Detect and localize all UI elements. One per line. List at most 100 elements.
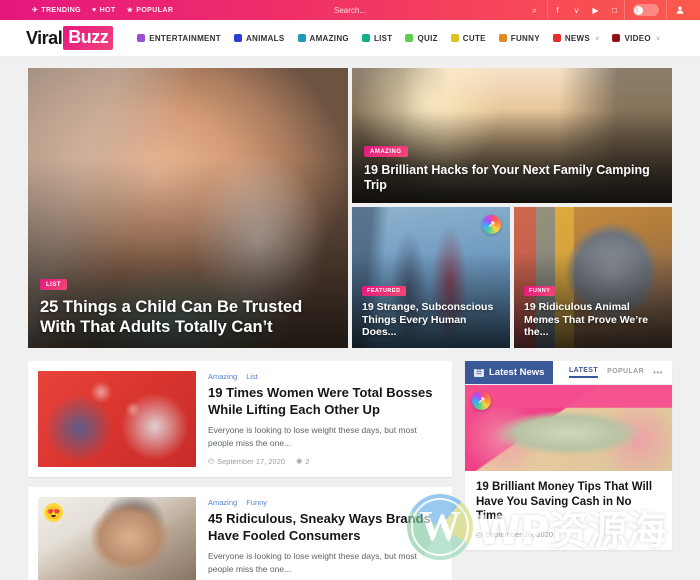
nav-item-funny[interactable]: FUNNY — [498, 34, 540, 43]
post-body: Amazing Funny 45 Ridiculous, Sneaky Ways… — [208, 497, 442, 580]
category-color-dot — [361, 34, 370, 42]
nav-item-video[interactable]: VIDEO ∨ — [612, 34, 660, 43]
account-icon[interactable] — [666, 0, 692, 20]
post-date: ◴ September 17, 2020 — [208, 457, 285, 466]
hero-small-body: FEATURED 19 Strange, Subconscious Things… — [352, 270, 510, 348]
send-icon: ✈ — [32, 6, 39, 14]
post-body: Amazing List 19 Times Women Were Total B… — [208, 371, 442, 467]
category-badge[interactable]: LIST — [40, 279, 67, 291]
post-thumbnail[interactable] — [38, 371, 196, 467]
logo-accent-text: Buzz — [63, 26, 114, 50]
nav-item-amazing[interactable]: AMAZING — [297, 33, 349, 43]
post-date-value: September 17, 2020 — [217, 456, 286, 466]
sidebar-post-body: 19 Brilliant Money Tips That Will Have Y… — [465, 471, 672, 550]
category-badge[interactable]: FUNNY — [524, 286, 556, 297]
youtube-icon[interactable]: ▶ — [586, 0, 605, 20]
nav-label: QUIZ — [417, 33, 438, 43]
tab-latest[interactable]: LATEST — [568, 367, 599, 378]
sidebar-post-date: ◴ September 26, 2020 — [476, 530, 661, 539]
clock-icon: ◴ — [476, 531, 483, 539]
dark-mode-toggle[interactable]: ☾ — [624, 0, 666, 20]
top-link-popular-label: POPULAR — [136, 6, 174, 14]
top-bar-right: ⌕ f ᴠ ▶ □ ☾ — [522, 0, 692, 20]
hero-small-card-funny[interactable]: FUNNY 19 Ridiculous Animal Memes That Pr… — [514, 207, 672, 348]
instagram-icon[interactable]: □ — [605, 0, 624, 20]
list-icon: ☷ — [474, 368, 484, 377]
sidebar-post-title: 19 Brilliant Money Tips That Will Have Y… — [476, 481, 653, 523]
site-logo[interactable]: Viral Buzz — [26, 26, 114, 50]
toggle-track: ☾ — [632, 4, 659, 16]
top-link-popular[interactable]: ★ POPULAR — [127, 7, 174, 14]
widget-header: ☷ Latest News LATEST POPULAR ••• — [465, 361, 672, 385]
category-color-dot — [233, 34, 242, 42]
logo-primary-text: Viral — [26, 27, 63, 48]
post-categories: Amazing List — [208, 372, 442, 381]
nav-label: NEWS — [564, 33, 591, 43]
hero-small-title: 19 Ridiculous Animal Memes That Prove We… — [524, 301, 649, 339]
social-links: f ᴠ ▶ □ — [547, 0, 624, 20]
search-icon[interactable]: ⌕ — [522, 5, 547, 16]
clock-icon: ◴ — [208, 458, 215, 466]
sidebar-post-image — [465, 385, 672, 471]
nav-item-news[interactable]: NEWS ∨ — [552, 33, 600, 43]
nav-item-cute[interactable]: CUTE — [450, 34, 486, 43]
post-category-link[interactable]: Funny — [246, 498, 267, 507]
top-link-hot-label: HOT — [99, 6, 116, 14]
twitter-icon[interactable]: ᴠ — [567, 0, 586, 20]
sidebar-post-date-value: September 26, 2020 — [485, 530, 554, 540]
nav-label: LIST — [373, 33, 393, 43]
facebook-icon[interactable]: f — [548, 0, 567, 20]
post-views-value: 2 — [305, 456, 310, 466]
post-excerpt: Everyone is looking to lose weight these… — [208, 425, 417, 448]
more-options-icon[interactable]: ••• — [653, 368, 663, 377]
category-badge[interactable]: FEATURED — [362, 286, 406, 297]
post-category-link[interactable]: List — [246, 372, 258, 381]
hero-small-row: ↗ FEATURED 19 Strange, Subconscious Thin… — [352, 207, 672, 348]
nav-label: AMAZING — [309, 33, 349, 43]
hero-top-title: 19 Brilliant Hacks for Your Next Family … — [364, 163, 650, 192]
sidebar: ☷ Latest News LATEST POPULAR ••• ↗ 19 Br… — [465, 361, 672, 580]
search-input[interactable]: Search... — [334, 6, 366, 15]
widget-tabs: LATEST POPULAR ••• — [568, 367, 672, 378]
eye-icon: ◉ — [296, 458, 303, 466]
hero-small-card-featured[interactable]: ↗ FEATURED 19 Strange, Subconscious Thin… — [352, 207, 510, 348]
tab-popular[interactable]: POPULAR — [607, 368, 644, 377]
moon-icon: ☾ — [634, 5, 643, 15]
nav-item-quiz[interactable]: QUIZ — [405, 34, 437, 43]
post-list: Amazing List 19 Times Women Were Total B… — [28, 361, 452, 580]
top-link-hot[interactable]: ♥ HOT — [92, 7, 116, 14]
hero-top-card[interactable]: AMAZING 19 Brilliant Hacks for Your Next… — [352, 68, 672, 203]
hero-main-card[interactable]: LIST 25 Things a Child Can Be Trusted Wi… — [28, 68, 348, 348]
top-bar: ✈ TRENDING ♥ HOT ★ POPULAR Search... ⌕ f… — [0, 0, 700, 20]
post-item[interactable]: 😍 Amazing Funny 45 Ridiculous, Sneaky Wa… — [28, 487, 452, 580]
category-color-dot — [552, 34, 561, 42]
post-meta: ◴ September 17, 2020 ◉ 2 — [208, 457, 442, 466]
hero-main-title: 25 Things a Child Can Be Trusted With Th… — [40, 298, 303, 337]
user-avatar-glyph — [676, 6, 683, 14]
category-color-dot — [498, 34, 507, 42]
post-thumbnail[interactable]: 😍 — [38, 497, 196, 580]
sidebar-post-item[interactable]: ↗ 19 Brilliant Money Tips That Will Have… — [465, 385, 672, 550]
main-navigation: ENTERTAINMENT ANIMALS AMAZING LIST QUIZ … — [137, 34, 660, 43]
latest-news-widget: ☷ Latest News LATEST POPULAR ••• ↗ 19 Br… — [465, 361, 672, 551]
post-category-link[interactable]: Amazing — [208, 498, 237, 507]
nav-item-list[interactable]: LIST — [361, 33, 393, 43]
post-title[interactable]: 19 Times Women Were Total Bosses While L… — [208, 385, 442, 418]
nav-label: VIDEO — [624, 33, 651, 43]
chevron-down-icon: ∨ — [655, 35, 661, 42]
category-badge[interactable]: AMAZING — [364, 146, 408, 157]
top-link-trending[interactable]: ✈ TRENDING — [32, 7, 81, 14]
nav-item-animals[interactable]: ANIMALS — [233, 33, 285, 43]
post-item[interactable]: Amazing List 19 Times Women Were Total B… — [28, 361, 452, 477]
post-views: ◉ 2 — [296, 457, 309, 466]
featured-hero-grid: LIST 25 Things a Child Can Be Trusted Wi… — [28, 68, 672, 348]
nav-label: ANIMALS — [245, 33, 285, 43]
post-category-link[interactable]: Amazing — [208, 372, 237, 381]
site-header: Viral Buzz ENTERTAINMENT ANIMALS AMAZING… — [0, 20, 700, 57]
chevron-down-icon: ∨ — [595, 35, 600, 42]
nav-item-entertainment[interactable]: ENTERTAINMENT — [137, 34, 221, 43]
post-excerpt: Everyone is looking to lose weight these… — [208, 551, 417, 574]
nav-label: ENTERTAINMENT — [149, 33, 221, 43]
category-color-dot — [297, 34, 306, 42]
post-title[interactable]: 45 Ridiculous, Sneaky Ways Brands Have F… — [208, 511, 442, 544]
